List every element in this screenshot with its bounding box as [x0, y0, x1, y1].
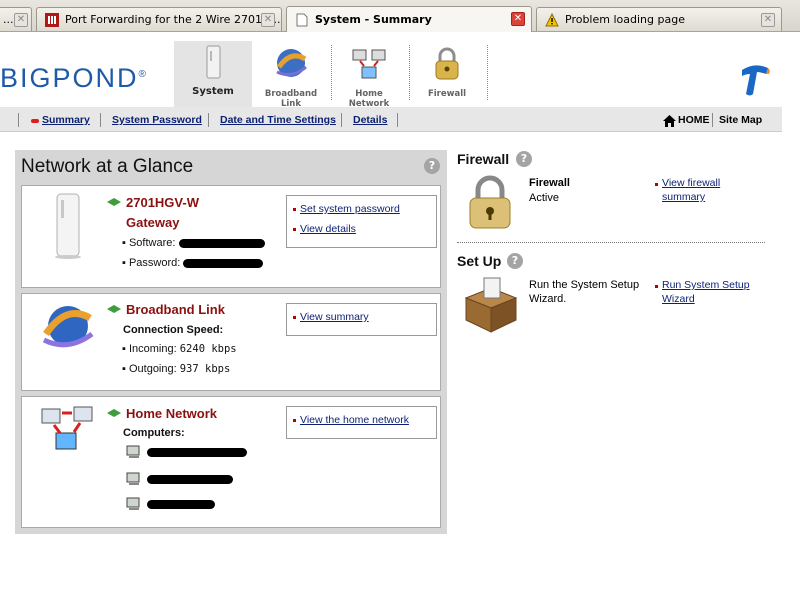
setup-heading: Set Up [457, 253, 502, 269]
sub-navigation: Summary System Password Date and Time Se… [0, 107, 782, 132]
home-network-icon [41, 406, 93, 450]
run-setup-wizard-link[interactable]: Run System Setup Wizard [662, 278, 750, 306]
telstra-logo [742, 65, 770, 96]
computer-icon [126, 497, 140, 510]
gateway-card: 2701HGV-W Gateway ▪ Software: ▪ Password… [21, 185, 441, 288]
firewall-heading: Firewall [457, 151, 510, 167]
home-icon [663, 115, 676, 127]
view-home-network-link[interactable]: View the home network [293, 413, 436, 427]
current-page-marker-icon [31, 119, 39, 123]
setup-description: Run the System Setup Wizard. [529, 279, 640, 305]
view-summary-link[interactable]: View summary [293, 310, 436, 324]
redacted-software [178, 238, 265, 248]
panel-title: Network at a Glance [21, 156, 194, 177]
subnav-details[interactable]: Details [353, 114, 387, 126]
lock-icon [435, 47, 459, 80]
firewall-label: Firewall [529, 177, 570, 189]
help-icon[interactable]: ? [516, 151, 532, 167]
home-network-title: Home Network [126, 406, 218, 421]
gateway-device-icon [206, 45, 221, 79]
nav-home-network[interactable]: Home Network [330, 43, 408, 109]
browser-tab-bar: ... ✕ Port Forwarding for the 2 Wire 270… [0, 0, 800, 32]
gateway-device-icon [55, 193, 81, 259]
setup-box-icon [464, 277, 518, 333]
set-system-password-link[interactable]: Set system password [293, 202, 436, 216]
lock-icon [469, 175, 511, 229]
broadband-links: View summary [286, 303, 437, 336]
warning-icon [545, 12, 559, 26]
help-icon[interactable]: ? [507, 253, 523, 269]
home-network-icon [352, 49, 386, 79]
nav-firewall[interactable]: Firewall [408, 43, 486, 107]
subnav-date-time[interactable]: Date and Time Settings [220, 114, 336, 126]
broadband-link-card: Broadband Link Connection Speed: ▪ Incom… [21, 293, 441, 391]
subnav-summary[interactable]: Summary [42, 114, 90, 126]
computer-icon [126, 445, 140, 458]
browser-tab-problem-loading[interactable]: Problem loading page ✕ [536, 7, 782, 31]
network-at-a-glance-panel: Network at a Glance ? 2701HGV-W Gateway … [15, 150, 447, 534]
browser-tab-port-forwarding[interactable]: Port Forwarding for the 2 Wire 2701H... … [36, 7, 282, 31]
redacted-computer-name [147, 499, 216, 509]
bigpond-logo: BIGPOND® [0, 63, 148, 93]
browser-tab-system-summary[interactable]: System - Summary ✕ [286, 6, 532, 32]
green-arrow-icon [107, 305, 121, 313]
gateway-subtitle: Gateway [126, 215, 180, 230]
home-network-links: View the home network [286, 406, 437, 439]
globe-icon [276, 49, 307, 77]
computer-item [126, 472, 234, 486]
green-arrow-icon [107, 198, 121, 206]
close-icon[interactable]: ✕ [14, 13, 28, 27]
globe-icon [42, 306, 94, 348]
help-icon[interactable]: ? [424, 158, 440, 174]
green-arrow-icon [107, 409, 121, 417]
browser-tab-partial[interactable]: ... ✕ [0, 7, 32, 31]
home-link[interactable]: HOME [678, 114, 710, 126]
site-map-link[interactable]: Site Map [719, 114, 762, 126]
redacted-computer-name [147, 447, 248, 457]
incoming-speed: 6240 kbps [179, 343, 237, 355]
gateway-name: 2701HGV-W [126, 195, 199, 210]
close-icon[interactable]: ✕ [511, 12, 525, 26]
page-icon [296, 13, 308, 26]
page-header: BIGPOND® System Broadband Link Home Netw… [0, 33, 800, 109]
gateway-links: Set system password View details [286, 195, 437, 248]
computer-item [126, 497, 216, 511]
view-firewall-summary-link[interactable]: View firewall summary [662, 176, 720, 204]
redacted-computer-name [147, 474, 234, 484]
nav-system[interactable]: System [174, 41, 252, 107]
redacted-password [183, 258, 264, 268]
subnav-system-password[interactable]: System Password [112, 114, 202, 126]
broadband-title: Broadband Link [126, 302, 225, 317]
view-details-link[interactable]: View details [293, 222, 436, 236]
computer-icon [126, 472, 140, 485]
firewall-status: Active [529, 192, 559, 204]
close-icon[interactable]: ✕ [761, 13, 775, 27]
home-network-card: Home Network Computers: View the home ne… [21, 396, 441, 528]
connection-speed-label: Connection Speed: [123, 324, 224, 336]
outgoing-speed: 937 kbps [179, 363, 231, 375]
computers-label: Computers: [123, 427, 185, 439]
site-favicon-icon [45, 12, 59, 27]
computer-item [126, 445, 248, 459]
close-icon[interactable]: ✕ [261, 13, 275, 27]
nav-broadband-link[interactable]: Broadband Link [252, 43, 330, 109]
